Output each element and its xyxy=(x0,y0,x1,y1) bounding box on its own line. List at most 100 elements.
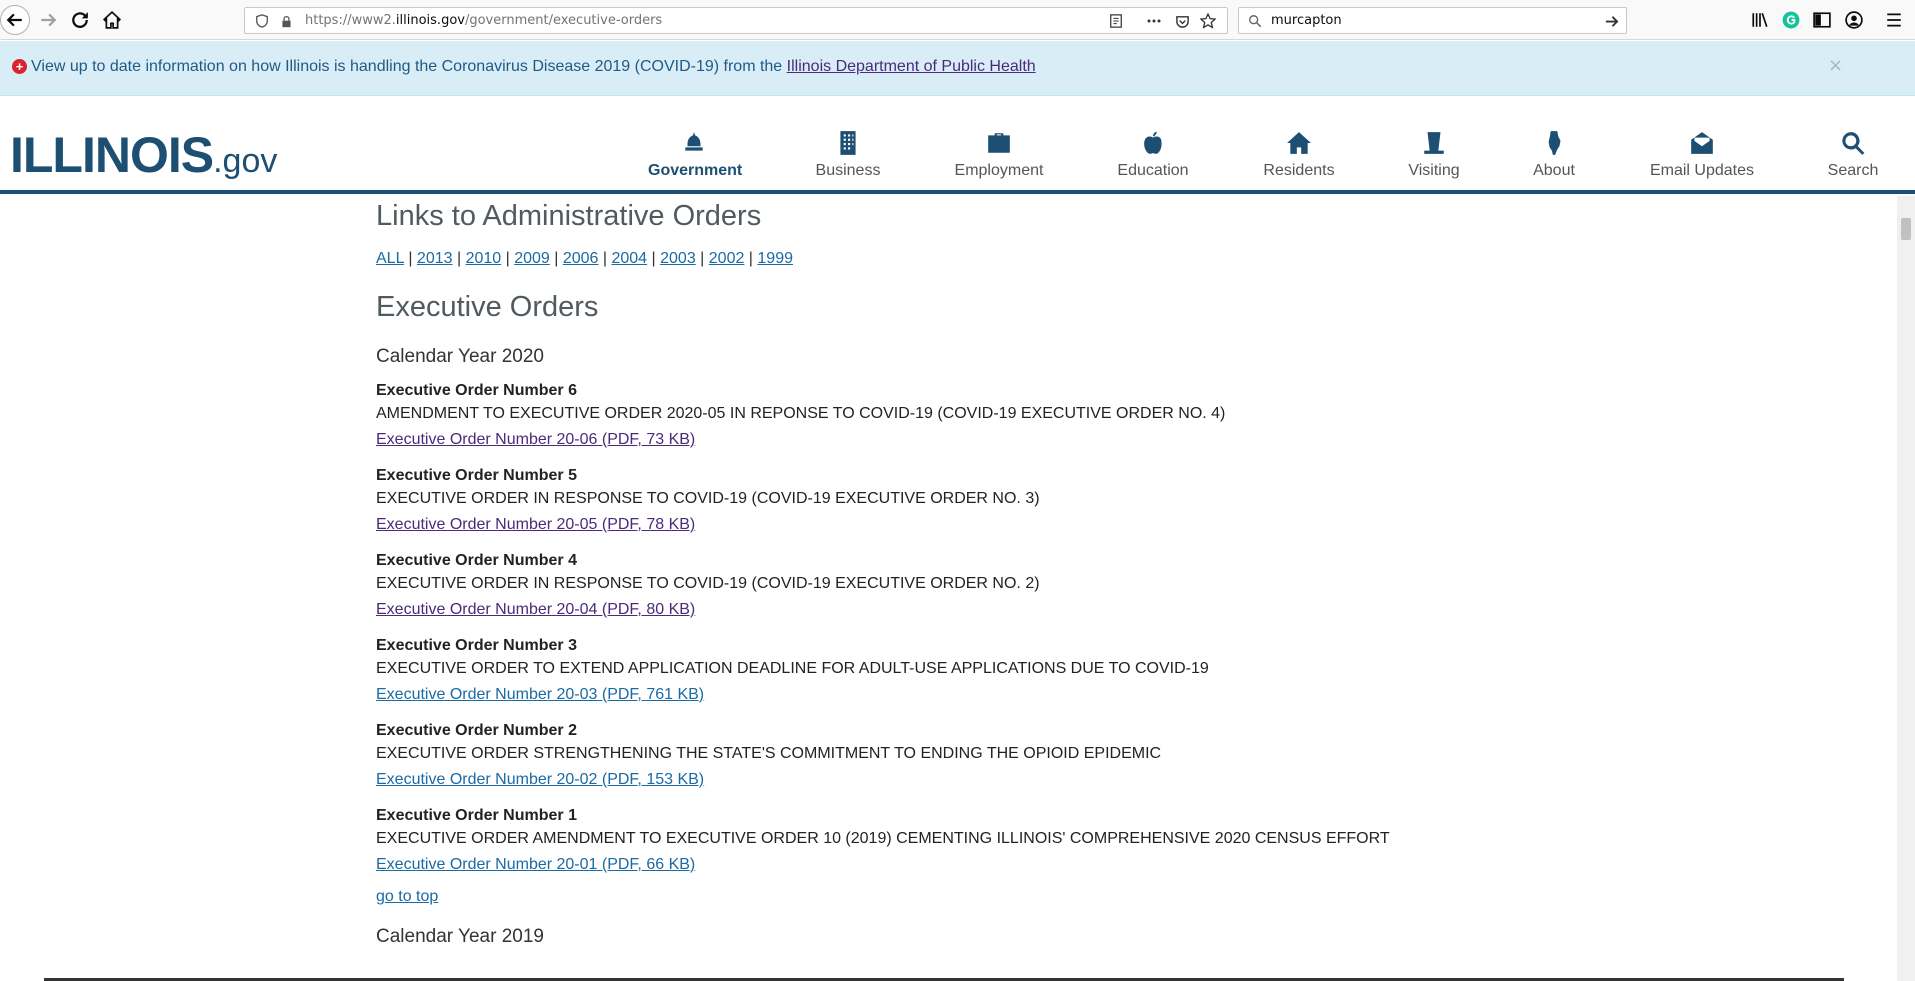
back-button[interactable] xyxy=(0,5,30,35)
order-number: Executive Order Number 2 xyxy=(376,722,577,739)
menu-button[interactable] xyxy=(1880,6,1908,34)
illinois-state-icon xyxy=(1528,126,1580,156)
library-icon xyxy=(1752,12,1768,28)
nav-label: About xyxy=(1533,162,1575,179)
order-number: Executive Order Number 1 xyxy=(376,807,577,824)
alert-close-icon[interactable]: × xyxy=(1828,55,1843,76)
order-item: Executive Order Number 3 EXECUTIVE ORDER… xyxy=(376,636,1476,708)
order-item: Executive Order Number 1 EXECUTIVE ORDER… xyxy=(376,806,1476,878)
year-link-2004[interactable]: 2004 xyxy=(611,250,647,267)
browser-toolbar: https://www2.illinois.gov/government/exe… xyxy=(0,0,1915,40)
order-description: EXECUTIVE ORDER IN RESPONSE TO COVID-19 … xyxy=(376,575,1040,592)
order-number: Executive Order Number 6 xyxy=(376,382,577,399)
lock-icon[interactable] xyxy=(277,12,295,30)
order-pdf-link[interactable]: Executive Order Number 20-03 (PDF, 761 K… xyxy=(376,686,704,703)
more-actions-icon[interactable] xyxy=(1145,12,1163,30)
forward-button[interactable] xyxy=(34,6,62,34)
apple-icon xyxy=(1110,126,1196,156)
nav-label: Business xyxy=(815,162,881,179)
account-icon xyxy=(1845,11,1863,29)
account-button[interactable] xyxy=(1840,6,1868,34)
main-content: Links to Administrative Orders ALL | 201… xyxy=(376,196,1476,948)
grammarly-button[interactable] xyxy=(1777,6,1805,34)
order-pdf-link[interactable]: Executive Order Number 20-05 (PDF, 78 KB… xyxy=(376,516,695,533)
nav-email-updates[interactable]: Email Updates xyxy=(1644,126,1760,180)
shield-icon[interactable] xyxy=(253,12,271,30)
year-link-2006[interactable]: 2006 xyxy=(563,250,599,267)
order-pdf-link[interactable]: Executive Order Number 20-02 (PDF, 153 K… xyxy=(376,771,704,788)
nav-business[interactable]: Business xyxy=(808,126,888,180)
nav-label: Email Updates xyxy=(1649,162,1755,179)
order-item: Executive Order Number 4 EXECUTIVE ORDER… xyxy=(376,551,1476,623)
envelope-icon xyxy=(1644,126,1760,156)
order-description: AMENDMENT TO EXECUTIVE ORDER 2020-05 IN … xyxy=(376,405,1226,422)
nav-residents[interactable]: Residents xyxy=(1258,126,1340,180)
nav-search[interactable]: Search xyxy=(1822,126,1884,180)
nav-education[interactable]: Education xyxy=(1110,126,1196,180)
url-bar[interactable]: https://www2.illinois.gov/government/exe… xyxy=(244,7,1228,34)
alert-plus-icon: + xyxy=(12,59,27,74)
covid-alert-banner: + View up to date information on how Ill… xyxy=(0,41,1915,96)
search-bar[interactable]: murcapton xyxy=(1238,7,1627,34)
calendar-year-2020-heading: Calendar Year 2020 xyxy=(376,346,544,367)
idph-link[interactable]: Illinois Department of Public Health xyxy=(787,58,1036,75)
order-pdf-link[interactable]: Executive Order Number 20-04 (PDF, 80 KB… xyxy=(376,601,695,618)
arrow-left-icon xyxy=(6,13,22,27)
order-item: Executive Order Number 2 EXECUTIVE ORDER… xyxy=(376,721,1476,793)
year-link-all[interactable]: ALL xyxy=(376,250,404,267)
order-description: EXECUTIVE ORDER AMENDMENT TO EXECUTIVE O… xyxy=(376,830,1390,847)
home-button[interactable] xyxy=(98,6,126,34)
year-links: ALL | 2013 | 2010 | 2009 | 2006 | 2004 |… xyxy=(376,250,793,267)
home-icon xyxy=(103,11,121,29)
year-link-2002[interactable]: 2002 xyxy=(709,250,745,267)
nav-government[interactable]: Government xyxy=(648,126,742,180)
library-button[interactable] xyxy=(1746,6,1774,34)
sidebar-button[interactable] xyxy=(1808,6,1836,34)
house-icon xyxy=(1258,126,1340,156)
scrollbar-thumb[interactable] xyxy=(1901,218,1911,240)
order-item: Executive Order Number 5 EXECUTIVE ORDER… xyxy=(376,466,1476,538)
year-link-2010[interactable]: 2010 xyxy=(466,250,502,267)
illinois-gov-logo[interactable]: ILLINOIS.gov xyxy=(10,126,277,184)
reload-button[interactable] xyxy=(66,6,94,34)
year-link-1999[interactable]: 1999 xyxy=(757,250,793,267)
order-item: Executive Order Number 6 AMENDMENT TO EX… xyxy=(376,381,1476,453)
capitol-icon xyxy=(648,126,740,156)
nav-label: Search xyxy=(1827,162,1879,179)
executive-orders-heading: Executive Orders xyxy=(376,291,599,323)
nav-about[interactable]: About xyxy=(1528,126,1580,180)
page-scrollbar[interactable] xyxy=(1897,196,1915,981)
hamburger-icon xyxy=(1887,13,1901,27)
arrow-right-icon xyxy=(41,13,57,27)
nav-visiting[interactable]: Visiting xyxy=(1404,126,1464,180)
year-link-2003[interactable]: 2003 xyxy=(660,250,696,267)
go-to-top-link[interactable]: go to top xyxy=(376,888,438,905)
sidebar-icon xyxy=(1813,12,1831,28)
top-hat-icon xyxy=(1404,126,1464,156)
url-text: https://www2.illinois.gov/government/exe… xyxy=(305,13,663,28)
alert-message: View up to date information on how Illin… xyxy=(31,58,1036,75)
year-link-2013[interactable]: 2013 xyxy=(417,250,453,267)
order-description: EXECUTIVE ORDER TO EXTEND APPLICATION DE… xyxy=(376,660,1209,677)
bookmark-star-icon[interactable] xyxy=(1199,12,1217,30)
pocket-icon[interactable] xyxy=(1173,12,1191,30)
order-pdf-link[interactable]: Executive Order Number 20-01 (PDF, 66 KB… xyxy=(376,856,695,873)
building-icon xyxy=(808,126,888,156)
magnifier-icon xyxy=(1246,12,1264,30)
reader-view-icon[interactable] xyxy=(1107,12,1125,30)
order-pdf-link[interactable]: Executive Order Number 20-06 (PDF, 73 KB… xyxy=(376,431,695,448)
calendar-year-2019-heading: Calendar Year 2019 xyxy=(376,926,544,947)
search-go-icon[interactable] xyxy=(1602,12,1620,30)
search-icon xyxy=(1822,126,1884,156)
nav-label: Visiting xyxy=(1408,162,1460,179)
search-value: murcapton xyxy=(1271,13,1342,28)
nav-employment[interactable]: Employment xyxy=(950,126,1048,180)
order-description: EXECUTIVE ORDER IN RESPONSE TO COVID-19 … xyxy=(376,490,1040,507)
order-description: EXECUTIVE ORDER STRENGTHENING THE STATE'… xyxy=(376,745,1162,762)
nav-label: Employment xyxy=(954,162,1044,179)
nav-label: Residents xyxy=(1263,162,1335,179)
order-number: Executive Order Number 5 xyxy=(376,467,577,484)
site-header: ILLINOIS.gov Government Business Employm… xyxy=(0,96,1915,194)
year-link-2009[interactable]: 2009 xyxy=(514,250,550,267)
order-number: Executive Order Number 3 xyxy=(376,637,577,654)
